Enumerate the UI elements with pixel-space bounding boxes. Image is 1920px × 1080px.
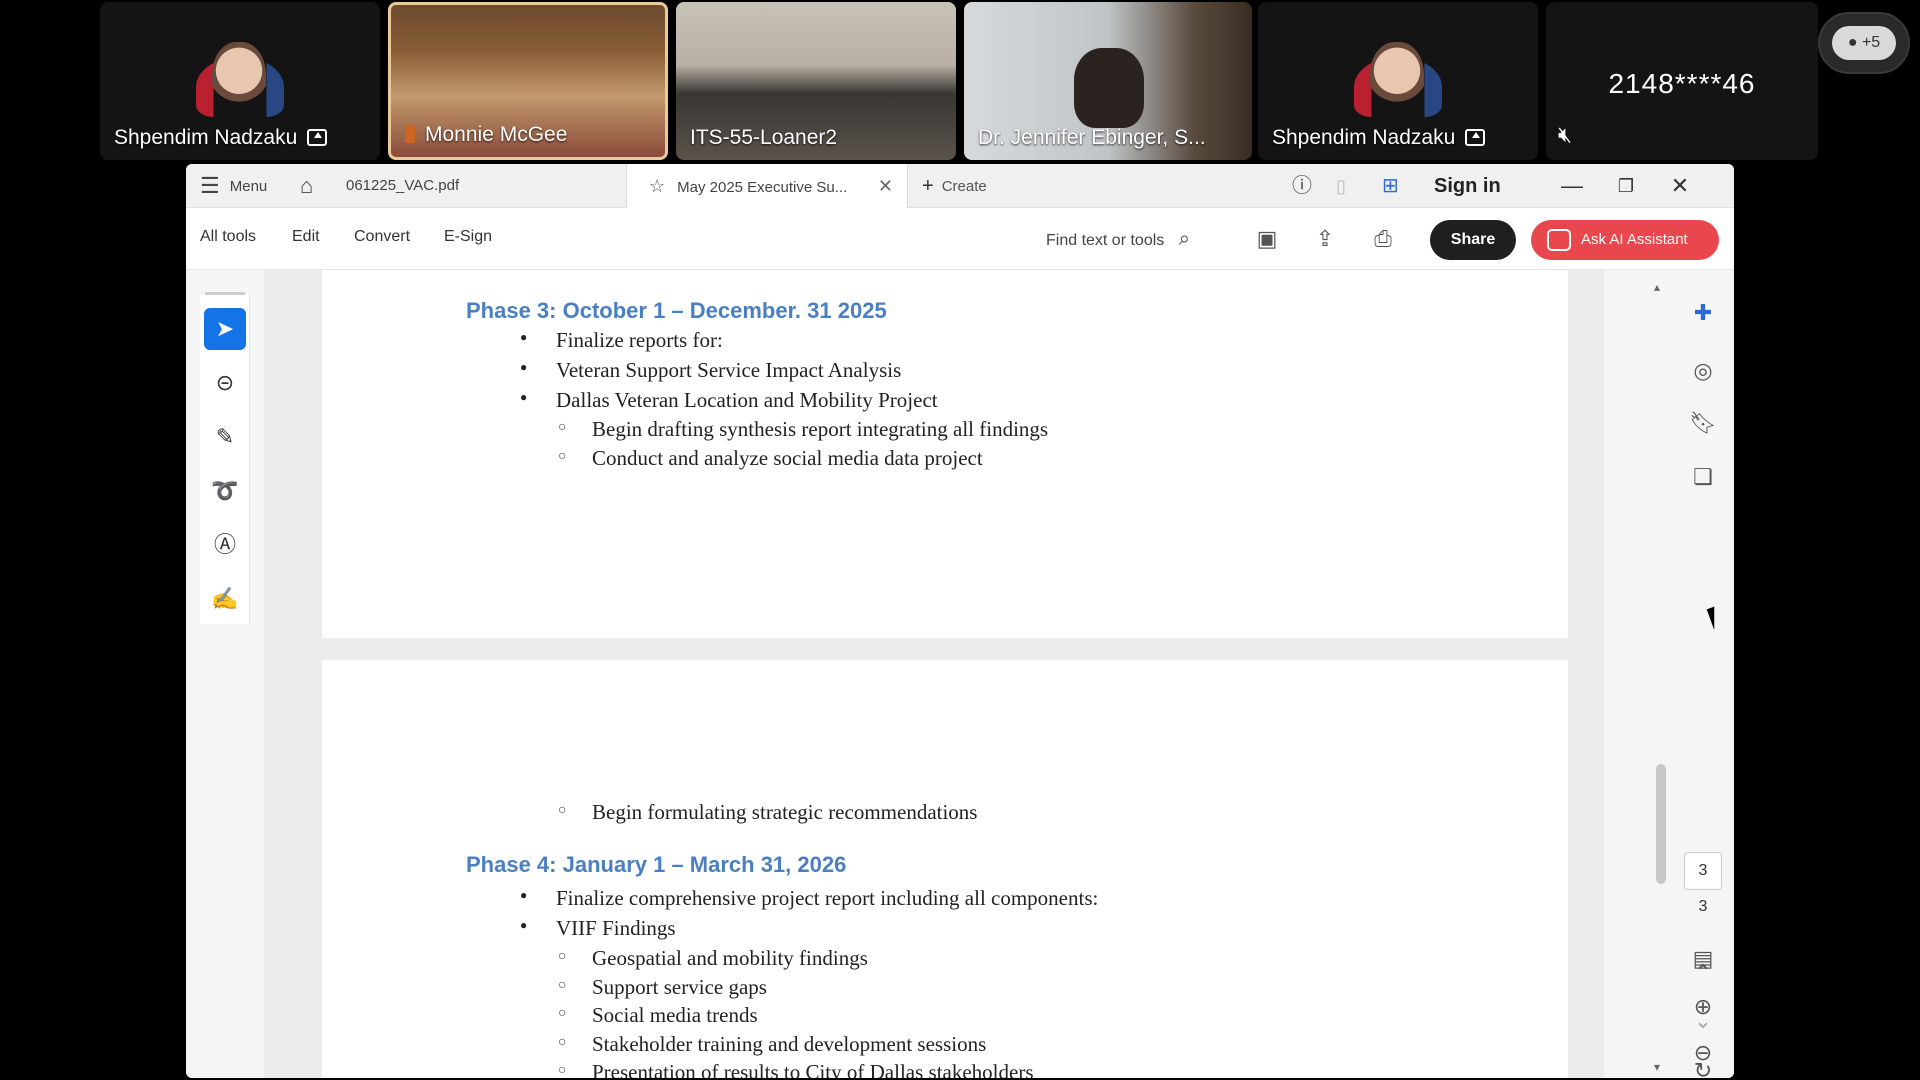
- convert-menu[interactable]: Convert: [354, 228, 410, 246]
- create-tab-button[interactable]: + Create: [922, 164, 987, 208]
- vertical-scrollbar[interactable]: ▴ ▾: [1654, 280, 1668, 1074]
- restore-icon[interactable]: ❐: [1608, 164, 1644, 208]
- share-screen-icon: [1465, 129, 1486, 146]
- participant-tile[interactable]: Dr. Jennifer Ebinger, S...: [964, 2, 1252, 160]
- total-pages: 3: [1698, 898, 1708, 915]
- ai-assistant-button[interactable]: Ask AI Assistant: [1531, 220, 1719, 260]
- bullet-item: Dallas Veteran Location and Mobility Pro…: [520, 388, 938, 413]
- main-toolbar: All tools Edit Convert E-Sign Find text …: [186, 208, 1734, 270]
- share-screen-icon: [307, 129, 328, 146]
- lasso-draw-icon[interactable]: ➰: [204, 470, 246, 512]
- signature-icon[interactable]: ✍: [204, 578, 246, 620]
- find-text-or-tools[interactable]: Find text or tools ⌕: [1046, 228, 1190, 251]
- participant-phone-number: 2148****46: [1608, 68, 1756, 99]
- mic-off-icon: [405, 125, 415, 143]
- share-button[interactable]: Share: [1430, 220, 1516, 260]
- sub-bullet-item: Conduct and analyze social media data pr…: [558, 446, 983, 471]
- ai-assistant-icon: [1547, 229, 1571, 251]
- bullet-item: Finalize reports for:: [520, 328, 723, 353]
- tab-document-1[interactable]: 061225_VAC.pdf: [332, 164, 612, 208]
- ai-assistant-label: Ask AI Assistant: [1581, 231, 1688, 248]
- sub-bullet-item: Support service gaps: [558, 975, 767, 1000]
- minimize-icon[interactable]: —: [1554, 164, 1590, 208]
- pdf-page: Phase 3: October 1 – December. 31 2025 F…: [322, 270, 1568, 638]
- help-icon[interactable]: ⓘ: [1292, 164, 1312, 208]
- rail-divider: [205, 292, 245, 295]
- more-participants-count: +5: [1861, 34, 1881, 51]
- zoom-out-icon[interactable]: ⊖: [1686, 1036, 1720, 1070]
- notification-icon[interactable]: ▯: [1336, 164, 1346, 208]
- plus-icon: +: [922, 175, 934, 197]
- sub-bullet-item: Social media trends: [558, 1003, 758, 1028]
- print-icon[interactable]: ⎙: [1368, 224, 1398, 254]
- select-tool-icon[interactable]: ➤: [204, 308, 246, 350]
- zoom-in-icon[interactable]: ⊕: [1686, 990, 1720, 1024]
- scroll-down-icon[interactable]: ▾: [1654, 1060, 1660, 1074]
- participant-tile[interactable]: 2148****46 🔇︎: [1546, 2, 1818, 160]
- participant-video: [212, 42, 266, 114]
- bullet-item: Finalize comprehensive project report in…: [520, 886, 1098, 911]
- scroll-thumb[interactable]: [1656, 764, 1666, 884]
- pdf-page: Begin formulating strategic recommendati…: [322, 660, 1568, 1078]
- person-icon: ●: [1847, 34, 1858, 51]
- participant-video: [1074, 48, 1144, 128]
- participant-name: Shpendim Nadzaku: [1272, 126, 1486, 150]
- save-icon[interactable]: ▣: [1252, 224, 1282, 254]
- menu-label: Menu: [229, 178, 268, 195]
- cloud-upload-icon[interactable]: ⇪: [1310, 224, 1340, 254]
- participant-name: Shpendim Nadzaku: [114, 126, 328, 150]
- participant-name: Dr. Jennifer Ebinger, S...: [978, 126, 1206, 149]
- current-page-input[interactable]: 3: [1684, 852, 1722, 890]
- bullet-item: VIIF Findings: [520, 916, 675, 941]
- phase4-heading: Phase 4: January 1 – March 31, 2026: [466, 852, 847, 877]
- star-icon[interactable]: ☆: [649, 176, 665, 196]
- esign-menu[interactable]: E-Sign: [444, 228, 492, 246]
- tab-bar: ☰ Menu ⌂ 061225_VAC.pdf ☆ May 2025 Executi…: [186, 164, 1734, 208]
- acrobat-window: ☰ Menu ⌂ 061225_VAC.pdf ☆ May 2025 Executi…: [186, 164, 1734, 1078]
- more-participants-button[interactable]: ● +5: [1818, 12, 1910, 74]
- highlight-pen-icon[interactable]: ✎: [204, 416, 246, 458]
- bookmarks-icon[interactable]: 🔖︎: [1686, 406, 1720, 440]
- close-window-icon[interactable]: ✕: [1662, 164, 1698, 208]
- speaker-muted-icon: 🔇︎: [1558, 122, 1572, 147]
- tab-label: 061225_VAC.pdf: [346, 177, 460, 194]
- phase3-heading: Phase 3: October 1 – December. 31 2025: [466, 298, 887, 323]
- participant-strip: Shpendim Nadzaku Monnie McGee ITS-55-Loa…: [0, 0, 1920, 162]
- participant-tile[interactable]: Shpendim Nadzaku: [1258, 2, 1538, 160]
- comments-panel-icon[interactable]: ◎: [1686, 354, 1720, 388]
- pages-thumbnail-icon[interactable]: ❏: [1686, 460, 1720, 494]
- sub-bullet-item: Begin formulating strategic recommendati…: [558, 800, 978, 825]
- sub-bullet-item: Begin drafting synthesis report integrat…: [558, 417, 1048, 442]
- home-icon[interactable]: ⌂: [300, 164, 313, 208]
- generative-summary-icon[interactable]: ✚: [1686, 296, 1720, 330]
- create-label: Create: [941, 178, 987, 195]
- participant-video: [1370, 42, 1424, 114]
- comment-tool-icon[interactable]: ⊝: [204, 362, 246, 404]
- participant-tile-active-speaker[interactable]: Monnie McGee: [388, 2, 668, 160]
- edit-menu[interactable]: Edit: [292, 228, 320, 246]
- bullet-item: Veteran Support Service Impact Analysis: [520, 358, 901, 383]
- page-display-icon[interactable]: ▤: [1686, 942, 1720, 976]
- all-tools-menu[interactable]: All tools: [200, 228, 256, 246]
- sub-bullet-item: Presentation of results to City of Dalla…: [558, 1060, 1033, 1078]
- text-box-icon[interactable]: Ⓐ: [204, 524, 246, 566]
- find-placeholder: Find text or tools: [1046, 232, 1165, 249]
- participant-name: Monnie McGee: [405, 123, 567, 147]
- hamburger-icon: ☰: [200, 173, 220, 198]
- participant-tile[interactable]: Shpendim Nadzaku: [100, 2, 380, 160]
- tab-document-2[interactable]: ☆ May 2025 Executive Su... ✕: [626, 164, 908, 208]
- document-view[interactable]: Phase 3: October 1 – December. 31 2025 F…: [264, 270, 1604, 1078]
- apps-grid-icon[interactable]: ⊞: [1382, 164, 1399, 208]
- scroll-up-icon[interactable]: ▴: [1654, 280, 1660, 294]
- sign-in-button[interactable]: Sign in: [1434, 164, 1501, 208]
- participant-tile[interactable]: ITS-55-Loaner2: [676, 2, 956, 160]
- quick-tools-rail: ➤ ⊝ ✎ ➰ Ⓐ ✍: [200, 292, 250, 624]
- tab-label: May 2025 Executive Su...: [677, 179, 848, 196]
- search-icon: ⌕: [1178, 228, 1190, 250]
- sub-bullet-item: Geospatial and mobility findings: [558, 946, 868, 971]
- menu-button[interactable]: ☰ Menu: [200, 164, 267, 208]
- participant-name: ITS-55-Loaner2: [690, 126, 838, 149]
- close-tab-icon[interactable]: ✕: [878, 164, 893, 208]
- sub-bullet-item: Stakeholder training and development ses…: [558, 1032, 986, 1057]
